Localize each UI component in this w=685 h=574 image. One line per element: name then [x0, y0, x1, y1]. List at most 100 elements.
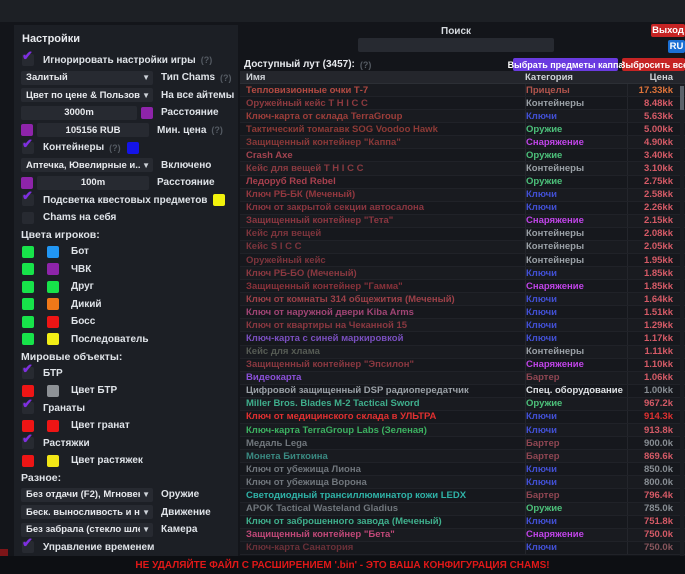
color-swatch[interactable] [127, 142, 139, 154]
select-kappa-button[interactable]: Выбрать предметы каппа [513, 58, 618, 71]
color-swatch[interactable] [22, 316, 34, 328]
table-row[interactable]: Защищенный контейнер "Эпсилон"Снаряжение… [240, 359, 685, 372]
checkmark-icon: ✔ [22, 361, 33, 377]
table-row[interactable]: Miller Bros. Blades M-2 Tactical SwordОр… [240, 398, 685, 411]
column-header-name[interactable]: Имя [240, 72, 525, 83]
color-swatch[interactable] [22, 298, 34, 310]
table-row[interactable]: Тактический томагавк SOG Voodoo HawkОруж… [240, 123, 685, 136]
exit-button[interactable]: Выход [651, 24, 685, 37]
drop-all-button[interactable]: Выбросить все [622, 58, 685, 71]
item-name-cell: Miller Bros. Blades M-2 Tactical Sword [240, 398, 525, 409]
item-name-cell: Кейс для хлама [240, 346, 525, 357]
color-swatch[interactable] [22, 333, 34, 345]
value-input[interactable]: 105156 RUB [37, 123, 149, 137]
item-name-cell: Кейс для вещей [240, 228, 525, 239]
color-swatch[interactable] [47, 455, 59, 467]
table-row[interactable]: Защищенный контейнер "Бета"Снаряжение750… [240, 529, 685, 542]
table-row[interactable]: Кейс S I C CКонтейнеры2.05kk [240, 241, 685, 254]
color-swatch[interactable] [47, 281, 59, 293]
dropdown[interactable]: Цвет по цене & Пользователь▼ [21, 88, 153, 102]
checkbox[interactable]: ✔ [22, 437, 34, 449]
color-swatch[interactable] [47, 333, 59, 345]
column-header-category[interactable]: Категория [525, 72, 627, 83]
checkbox[interactable]: ✔ [22, 142, 34, 154]
color-swatch[interactable] [47, 246, 59, 258]
value-input[interactable]: 100m [37, 176, 149, 190]
scrollbar-thumb[interactable] [680, 86, 684, 110]
table-row[interactable]: Ключ от убежища ВоронаКлючи800.0k [240, 476, 685, 489]
table-row[interactable]: Кейс для хламаКонтейнеры1.11kk [240, 346, 685, 359]
loot-hint: (?) [360, 60, 372, 70]
table-row[interactable]: ВидеокартаБартер1.06kk [240, 372, 685, 385]
color-swatch[interactable] [22, 455, 34, 467]
color-swatch[interactable] [21, 177, 33, 189]
table-row[interactable]: Защищенный контейнер "Тета"Снаряжение2.1… [240, 215, 685, 228]
dropdown[interactable]: Беск. выносливость и нет уста▼ [21, 505, 153, 519]
table-row[interactable]: Crash AxeОружие3.40kk [240, 149, 685, 162]
table-row[interactable]: Тепловизионные очки Т-7Прицелы17.33kk [240, 84, 685, 97]
dropdown[interactable]: Залитый▼ [21, 71, 153, 85]
color-swatch[interactable] [47, 263, 59, 275]
checkbox[interactable] [22, 212, 34, 224]
color-swatch[interactable] [47, 298, 59, 310]
table-row[interactable]: Цифровой защищенный DSP радиопередатчикС… [240, 385, 685, 398]
color-swatch[interactable] [22, 246, 34, 258]
color-swatch[interactable] [21, 124, 33, 136]
table-row[interactable]: Медаль LegaБартер900.0k [240, 437, 685, 450]
item-name-cell: Защищенный контейнер "Гамма" [240, 281, 525, 292]
color-swatch[interactable] [47, 420, 59, 432]
table-row[interactable]: Ключ-карта с синей маркировкойКлючи1.17k… [240, 332, 685, 345]
table-row[interactable]: Ключ от заброшенного завода (Меченый)Клю… [240, 516, 685, 529]
color-swatch[interactable] [22, 420, 34, 432]
table-row[interactable]: APOK Tactical Wasteland GladiusОружие785… [240, 503, 685, 516]
checkbox[interactable]: ✔ [22, 54, 34, 66]
settings-row: Последователь [21, 331, 231, 347]
table-scrollbar[interactable] [680, 84, 684, 556]
checkbox[interactable]: ✔ [22, 194, 34, 206]
settings-sidebar: Настройки ✔Игнорировать настройки игры(?… [14, 25, 238, 556]
value-input[interactable]: 3000m [21, 106, 137, 120]
color-swatch[interactable] [22, 263, 34, 275]
dropdown[interactable]: Без забрала (стекло шлема)▼ [21, 523, 153, 537]
dropdown[interactable]: Без отдачи (F2), Мгновенное п▼ [21, 488, 153, 502]
table-row[interactable]: Защищенный контейнер "Каппа"Снаряжение4.… [240, 136, 685, 149]
color-swatch[interactable] [141, 107, 153, 119]
table-row[interactable]: Оружейный кейсКонтейнеры1.95kk [240, 254, 685, 267]
color-swatch[interactable] [22, 281, 34, 293]
table-row[interactable]: Оружейный кейс T H I C CКонтейнеры8.48kk [240, 97, 685, 110]
table-row[interactable]: Ключ РБ-БО (Меченый)Ключи1.85kk [240, 267, 685, 280]
table-row[interactable]: Кейс для вещей T H I C CКонтейнеры3.10kk [240, 162, 685, 175]
table-row[interactable]: Ключ РБ-БК (Меченый)Ключи2.58kk [240, 189, 685, 202]
table-row[interactable]: Ледоруб Red RebelОружие2.75kk [240, 176, 685, 189]
table-row[interactable]: Светодиодный трансиллюминатор кожи LEDXБ… [240, 489, 685, 502]
item-price-cell: 900.0k [627, 437, 679, 449]
checkbox[interactable]: ✔ [22, 541, 34, 553]
table-row[interactable]: Ключ от убежища ЛионаКлючи850.0k [240, 463, 685, 476]
language-button[interactable]: RU [668, 40, 685, 53]
chevron-down-icon: ▼ [142, 508, 150, 517]
color-swatch[interactable] [22, 385, 34, 397]
search-input[interactable] [358, 38, 554, 52]
table-row[interactable]: Ключ-карта от склада TerraGroupКлючи5.63… [240, 110, 685, 123]
table-row[interactable]: Ключ-карта СанаторияКлючи750.0k [240, 542, 685, 555]
item-price-cell: 1.64kk [627, 293, 679, 305]
table-row[interactable]: Кейс для вещейКонтейнеры2.08kk [240, 228, 685, 241]
table-row[interactable]: Защищенный контейнер "Гамма"Снаряжение1.… [240, 280, 685, 293]
table-row[interactable]: Ключ от квартиры на Чеканной 15Ключи1.29… [240, 319, 685, 332]
dropdown[interactable]: Аптечка, Ювелирные и...▼ [21, 158, 153, 172]
checkbox[interactable]: ✔ [22, 402, 34, 414]
table-row[interactable]: Ключ от медицинского склада в УЛЬТРАКлюч… [240, 411, 685, 424]
table-row[interactable]: Монета БиткоинаБартер869.6k [240, 450, 685, 463]
settings-row: Залитый▼Тип Chams(?) [21, 70, 231, 86]
checkbox[interactable]: ✔ [22, 367, 34, 379]
color-swatch[interactable] [47, 385, 59, 397]
table-row[interactable]: Ключ от наружной двери Kiba ArmsКлючи1.5… [240, 306, 685, 319]
hint-icon: (?) [201, 55, 213, 65]
table-row[interactable]: Ключ-карта TerraGroup Labs (Зеленая)Ключ… [240, 424, 685, 437]
color-swatch[interactable] [213, 194, 225, 206]
table-row[interactable]: Ключ от закрытой секции автосалонаКлючи2… [240, 202, 685, 215]
color-swatch[interactable] [47, 316, 59, 328]
table-row[interactable]: Ключ от комнаты 314 общежития (Меченый)К… [240, 293, 685, 306]
column-header-price[interactable]: Цена [627, 72, 679, 83]
settings-row: ✔Управление временем [21, 539, 231, 555]
